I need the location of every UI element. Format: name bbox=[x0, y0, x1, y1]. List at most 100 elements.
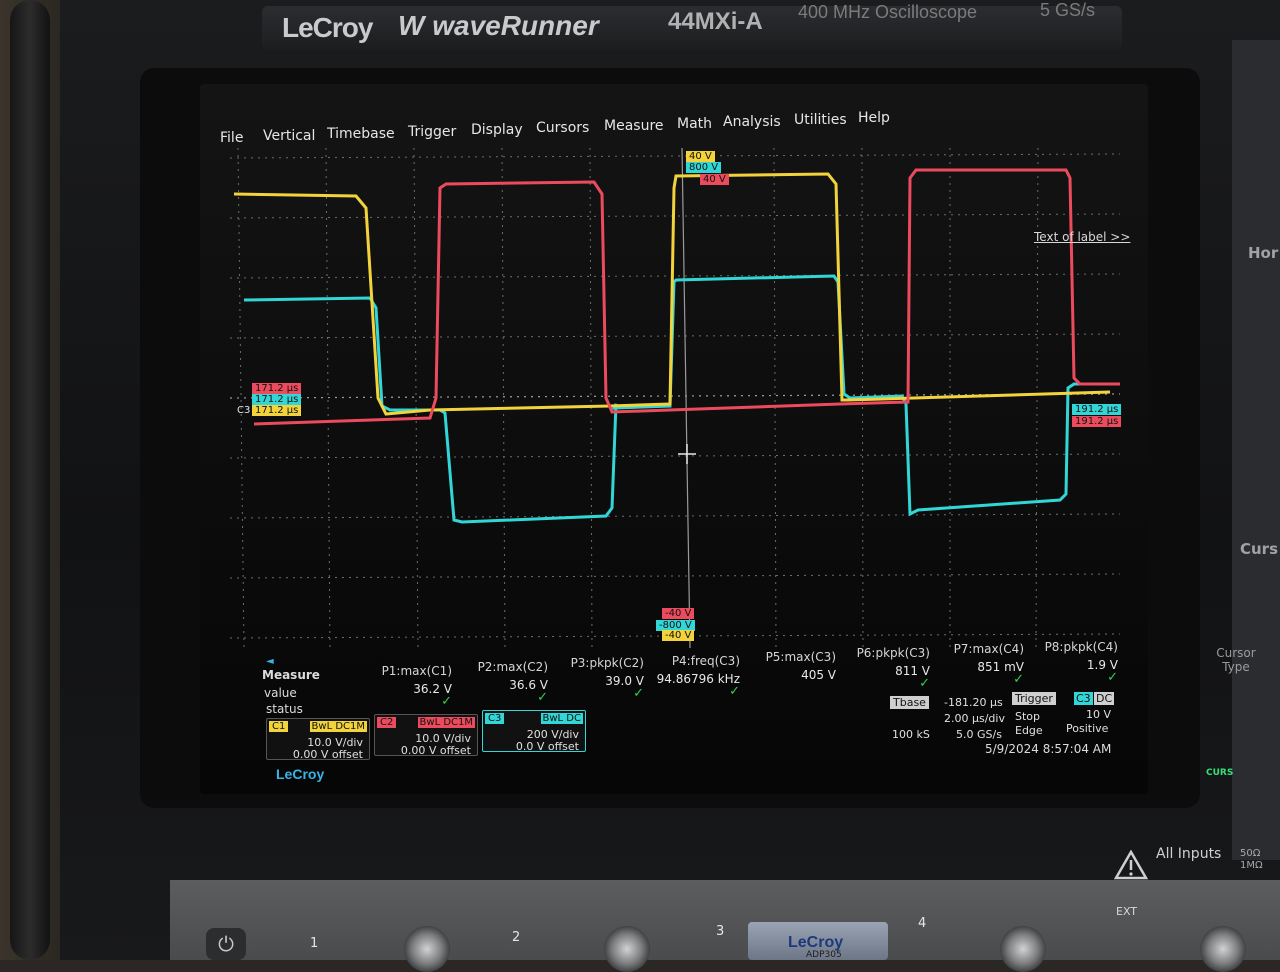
trigger-source: C3 bbox=[1074, 692, 1093, 705]
c2-flags: BwL DC1M bbox=[417, 717, 475, 728]
ext-input[interactable] bbox=[1200, 926, 1246, 972]
warning-icon bbox=[1113, 849, 1149, 884]
p7-name: P7:max(C4) bbox=[953, 642, 1024, 656]
menu-display[interactable]: Display bbox=[471, 122, 523, 138]
trigger-type: Edge bbox=[1015, 724, 1043, 737]
p4-name: P4:freq(C3) bbox=[671, 654, 740, 668]
center-vertical-axis bbox=[681, 148, 691, 648]
trigger-coupling: DC bbox=[1094, 692, 1115, 705]
waveform-svg bbox=[230, 148, 1120, 648]
p8-name: P8:pkpk(C4) bbox=[1044, 640, 1118, 654]
p7-value: 851 mV bbox=[977, 660, 1024, 674]
trigger-slope: Positive bbox=[1066, 722, 1109, 735]
all-inputs-label: All Inputs bbox=[1156, 846, 1222, 862]
p4-value: 94.86796 kHz bbox=[656, 672, 740, 686]
channel-1-number: 1 bbox=[310, 936, 319, 951]
center-axes bbox=[230, 148, 1120, 648]
grid-h-6 bbox=[230, 513, 1120, 519]
grid-v-6 bbox=[773, 148, 777, 648]
p8-status-icon: ✓ bbox=[1107, 670, 1118, 685]
p7-status-icon: ✓ bbox=[1013, 672, 1024, 687]
cursor-type-label: Cursor Type bbox=[1216, 646, 1256, 674]
measure-p3[interactable]: P3:pkpk(C2) 39.0 V ✓ bbox=[548, 656, 644, 700]
p1-value: 36.2 V bbox=[413, 682, 452, 696]
p3-value: 39.0 V bbox=[605, 674, 644, 688]
channel-box-c3[interactable]: C3 BwL DC 200 V/div 0.0 V offset bbox=[482, 710, 586, 753]
measure-p4[interactable]: P4:freq(C3) 94.86796 kHz ✓ bbox=[644, 654, 740, 698]
p5-name: P5:max(C3) bbox=[765, 650, 836, 664]
timebase-panel[interactable]: Tbase -181.20 µs 2.00 µs/div 100 kS 5.0 … bbox=[890, 696, 1010, 744]
c3-flags: BwL DC bbox=[540, 713, 583, 724]
c2-offset: 0.00 V offset bbox=[400, 744, 471, 757]
c2-right-time-label: 191.2 µs bbox=[1072, 416, 1122, 427]
channel-2-number: 2 bbox=[512, 930, 521, 945]
ext-label: EXT bbox=[1116, 905, 1138, 918]
c1-left-time-label: 171.2 µs bbox=[252, 405, 302, 416]
menu-file[interactable]: File bbox=[220, 130, 243, 146]
measure-heading[interactable]: Measure bbox=[262, 668, 320, 682]
p1-status-icon: ✓ bbox=[441, 694, 452, 709]
text-of-label-link[interactable]: Text of label >> bbox=[1034, 230, 1130, 244]
menu-vertical[interactable]: Vertical bbox=[263, 128, 315, 144]
power-button[interactable]: ⏻ bbox=[206, 928, 246, 960]
timebase-label: Tbase bbox=[890, 696, 929, 709]
p6-status-icon: ✓ bbox=[919, 676, 930, 691]
p3-name: P3:pkpk(C2) bbox=[570, 656, 644, 670]
p3-status-icon: ✓ bbox=[633, 686, 644, 701]
crosshair-cursor[interactable] bbox=[678, 444, 696, 464]
c3-top-scale-label: 800 V bbox=[686, 162, 722, 173]
measure-p2[interactable]: P2:max(C2) 36.6 V ✓ bbox=[452, 660, 548, 704]
c1-top-scale-label: 40 V bbox=[686, 151, 715, 162]
menu-timebase[interactable]: Timebase bbox=[327, 126, 395, 142]
p2-name: P2:max(C2) bbox=[477, 660, 548, 674]
c3-offset: 0.0 V offset bbox=[515, 740, 579, 753]
menu-bar: File Vertical Timebase Trigger Display C… bbox=[210, 100, 1110, 146]
menu-help[interactable]: Help bbox=[858, 110, 890, 126]
channel-1-input[interactable] bbox=[404, 926, 450, 972]
channel-box-c1[interactable]: C1 BwL DC1M 10.0 V/div 0.00 V offset bbox=[266, 718, 370, 761]
menu-measure[interactable]: Measure bbox=[604, 118, 664, 134]
c3-tag: C3 bbox=[485, 713, 505, 724]
front-input-panel bbox=[170, 880, 1280, 960]
p2-value: 36.6 V bbox=[509, 678, 548, 692]
c3-left-tag: C3 bbox=[237, 405, 251, 416]
p5-value: 405 V bbox=[801, 668, 836, 682]
measure-p8[interactable]: P8:pkpk(C4) 1.9 V ✓ bbox=[1022, 640, 1118, 684]
measure-p5[interactable]: P5:max(C3) 405 V bbox=[740, 650, 836, 682]
grid-v-4 bbox=[589, 148, 593, 648]
timebase-per-div: 2.00 µs/div bbox=[944, 712, 1005, 725]
measure-value-label: value bbox=[264, 686, 297, 700]
measure-p6[interactable]: P6:pkpk(C3) 811 V ✓ bbox=[834, 646, 930, 690]
p4-status-icon: ✓ bbox=[729, 684, 740, 699]
ui-logo: LeCroy bbox=[276, 766, 325, 782]
trigger-level: 10 V bbox=[1086, 708, 1112, 721]
probe-model: ADP305 bbox=[806, 950, 842, 960]
grid-h-0 bbox=[230, 153, 1120, 159]
c2-bottom-scale-label: -40 V bbox=[662, 608, 695, 619]
grid-h-2 bbox=[230, 273, 1120, 279]
channel-box-c2[interactable]: C2 BwL DC1M 10.0 V/div 0.00 V offset bbox=[374, 714, 478, 757]
grid-v-3 bbox=[501, 148, 506, 648]
measure-status-label: status bbox=[266, 702, 303, 716]
measure-p1[interactable]: P1:max(C1) 36.2 V ✓ bbox=[356, 664, 452, 708]
waveform-display[interactable] bbox=[230, 148, 1120, 648]
c3-left-time-label: 171.2 µs bbox=[252, 394, 302, 405]
menu-analysis[interactable]: Analysis bbox=[723, 114, 781, 130]
channel-2-input[interactable] bbox=[604, 926, 650, 972]
trigger-panel[interactable]: Trigger C3 DC Stop 10 V Edge Positive bbox=[1012, 692, 1116, 744]
menu-cursors[interactable]: Cursors bbox=[536, 120, 589, 136]
c3-trace bbox=[243, 274, 1120, 524]
c1-offset: 0.00 V offset bbox=[292, 748, 363, 761]
measure-collapse-icon[interactable]: ◄ bbox=[266, 656, 274, 667]
grid-h-3 bbox=[230, 333, 1120, 339]
menu-math[interactable]: Math bbox=[677, 116, 712, 132]
menu-utilities[interactable]: Utilities bbox=[794, 112, 847, 128]
p8-value: 1.9 V bbox=[1086, 658, 1118, 672]
menu-trigger[interactable]: Trigger bbox=[408, 124, 456, 140]
horizontal-label: Hor bbox=[1248, 244, 1279, 262]
c2-left-time-label: 171.2 µs bbox=[252, 383, 302, 394]
p1-name: P1:max(C1) bbox=[381, 664, 452, 678]
timebase-rate: 5.0 GS/s bbox=[956, 728, 1002, 741]
measure-p7[interactable]: P7:max(C4) 851 mV ✓ bbox=[928, 642, 1024, 686]
channel-4-input[interactable] bbox=[1000, 926, 1046, 972]
